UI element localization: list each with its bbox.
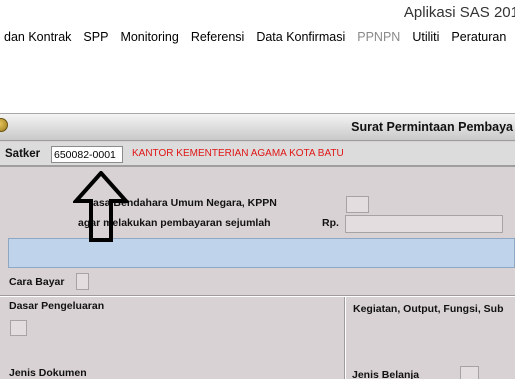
menu-bar: dan Kontrak SPP Monitoring Referensi Dat… [0,27,515,47]
menu-item-data-konfirmasi[interactable]: Data Konfirmasi [250,30,351,44]
form-titlebar: Surat Permintaan Pembaya [0,114,515,141]
menu-item-referensi[interactable]: Referensi [185,30,251,44]
rp-amount-field[interactable] [345,215,503,233]
jenis-dokumen-label: Jenis Dokumen [9,367,87,379]
jenis-belanja-label: Jenis Belanja [352,369,420,379]
menu-item-ppnpn: PPNPN [357,30,401,44]
dasar-pengeluaran-field[interactable] [10,320,27,336]
app-title: Aplikasi SAS 201 [403,4,515,21]
kegiatan-label: Kegiatan, Output, Fungsi, Sub [353,303,504,315]
spp-form-window: Surat Permintaan Pembaya Satker 650082-0… [0,113,515,379]
dasar-pengeluaran-label: Dasar Pengeluaran [9,300,105,312]
satker-label: Satker [5,148,41,160]
section-divider [0,295,515,297]
column-divider [344,297,346,379]
menu-item-monitoring[interactable]: Monitoring [114,30,184,44]
satker-code-field[interactable]: 650082-0001 [51,146,123,163]
kppn-field[interactable] [346,196,369,213]
menu-item-peraturan[interactable]: Peraturan [445,30,512,44]
rp-label: Rp. [322,217,339,229]
menu-item-spp[interactable]: SPP [77,30,114,44]
menu-item-kontrak[interactable]: dan Kontrak [0,30,77,44]
satker-bar: Satker 650082-0001 KANTOR KEMENTERIAN AG… [0,142,515,167]
workspace-background [0,47,515,113]
app-emblem-icon [0,118,8,132]
jenis-belanja-field[interactable] [460,366,479,379]
cara-bayar-field[interactable] [76,273,89,290]
up-arrow-icon [73,171,129,242]
menu-item-utiliti[interactable]: Utiliti [406,30,445,44]
form-title: Surat Permintaan Pembaya [351,120,513,134]
cara-bayar-label: Cara Bayar [9,276,65,288]
satker-name: KANTOR KEMENTERIAN AGAMA KOTA BATU [132,148,344,159]
